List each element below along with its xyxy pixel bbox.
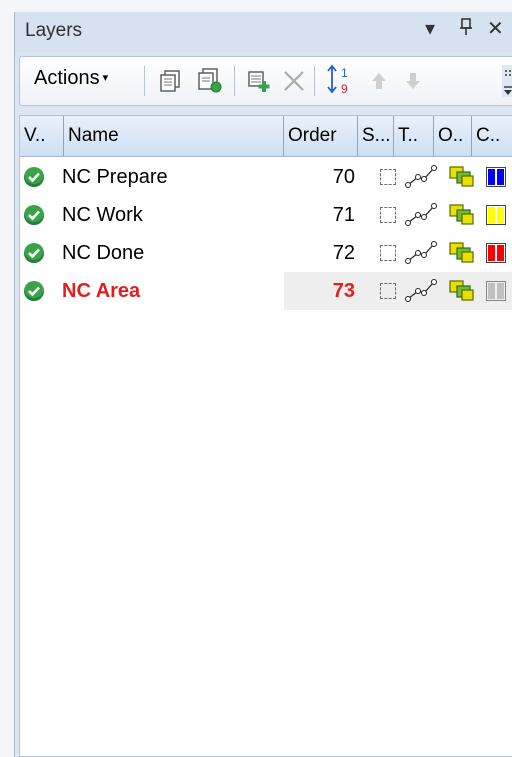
toolbar-separator [314,66,315,96]
visible-check-icon[interactable] [24,205,44,225]
overlap-icon[interactable] [448,279,476,308]
column-selectable-header[interactable]: S... [358,116,394,156]
add-layer-icon[interactable] [246,69,272,98]
layer-order: 70 [332,166,355,188]
layers-panel: Layers ▾ ✕ Actions ▾ 1 9 V.. Name Order … [14,12,512,757]
sort-order-icon[interactable]: 1 9 [326,63,354,102]
polyline-type-icon [404,202,438,231]
layer-row[interactable]: NC Prepare 70 [20,158,512,196]
move-up-icon[interactable] [370,71,388,96]
visible-check-icon[interactable] [24,243,44,263]
column-name-header[interactable]: Name [64,116,284,156]
layer-color-swatch[interactable] [486,167,506,187]
layer-row[interactable]: NC Area 73 [20,272,512,310]
actions-button[interactable]: Actions ▾ [34,67,108,90]
column-visible-header[interactable]: V.. [20,116,64,156]
layer-properties-icon[interactable] [196,68,224,99]
delete-icon[interactable] [282,69,306,98]
layers-grid: V.. Name Order S... T.. O.. C.. NC Prepa… [19,115,512,757]
panel-titlebar: Layers ▾ ✕ [15,12,512,52]
layer-row[interactable]: NC Work 71 [20,196,512,234]
column-color-header[interactable]: C.. [472,116,512,156]
visible-check-icon[interactable] [24,281,44,301]
polyline-type-icon [404,240,438,269]
toolbar-separator [144,66,145,96]
layer-color-swatch[interactable] [486,205,506,225]
polyline-type-icon [404,164,438,193]
chevron-down-icon: ▾ [102,72,109,84]
layer-name: NC Done [62,242,145,264]
column-order-header[interactable]: Order [284,116,358,156]
close-icon[interactable]: ✕ [487,18,504,40]
layer-name: NC Area [62,280,141,302]
toolbar-overflow-icon[interactable] [502,65,512,102]
toolbar-separator [234,66,235,96]
layers-toolbar: Actions ▾ 1 9 [19,56,512,106]
actions-label: Actions [34,67,100,89]
layer-name: NC Work [62,204,143,226]
layer-row[interactable]: NC Done 72 [20,234,512,272]
layer-order: 72 [332,242,355,264]
panel-title: Layers [25,20,83,41]
visible-check-icon[interactable] [24,167,44,187]
selection-highlight [284,272,512,310]
overlap-icon[interactable] [448,165,476,194]
copy-layer-icon[interactable] [158,69,182,98]
grid-header: V.. Name Order S... T.. O.. C.. [20,116,512,157]
move-down-icon[interactable] [404,71,422,96]
layer-color-swatch[interactable] [486,243,506,263]
layer-color-swatch[interactable] [486,281,506,301]
panel-dropdown-icon[interactable]: ▾ [425,18,435,40]
column-type-header[interactable]: T.. [394,116,434,156]
overlap-icon[interactable] [448,203,476,232]
sort-bottom-label: 9 [341,82,348,96]
layer-order: 73 [332,280,355,302]
layer-name: NC Prepare [62,166,168,188]
overlap-icon[interactable] [448,241,476,270]
sort-top-label: 1 [341,66,348,80]
layer-order: 71 [332,204,355,226]
selectable-icon[interactable] [380,169,396,185]
selectable-icon[interactable] [380,283,396,299]
column-overlap-header[interactable]: O.. [434,116,472,156]
pin-icon[interactable] [459,18,473,41]
selectable-icon[interactable] [380,207,396,223]
polyline-type-icon [404,278,438,307]
selectable-icon[interactable] [380,245,396,261]
